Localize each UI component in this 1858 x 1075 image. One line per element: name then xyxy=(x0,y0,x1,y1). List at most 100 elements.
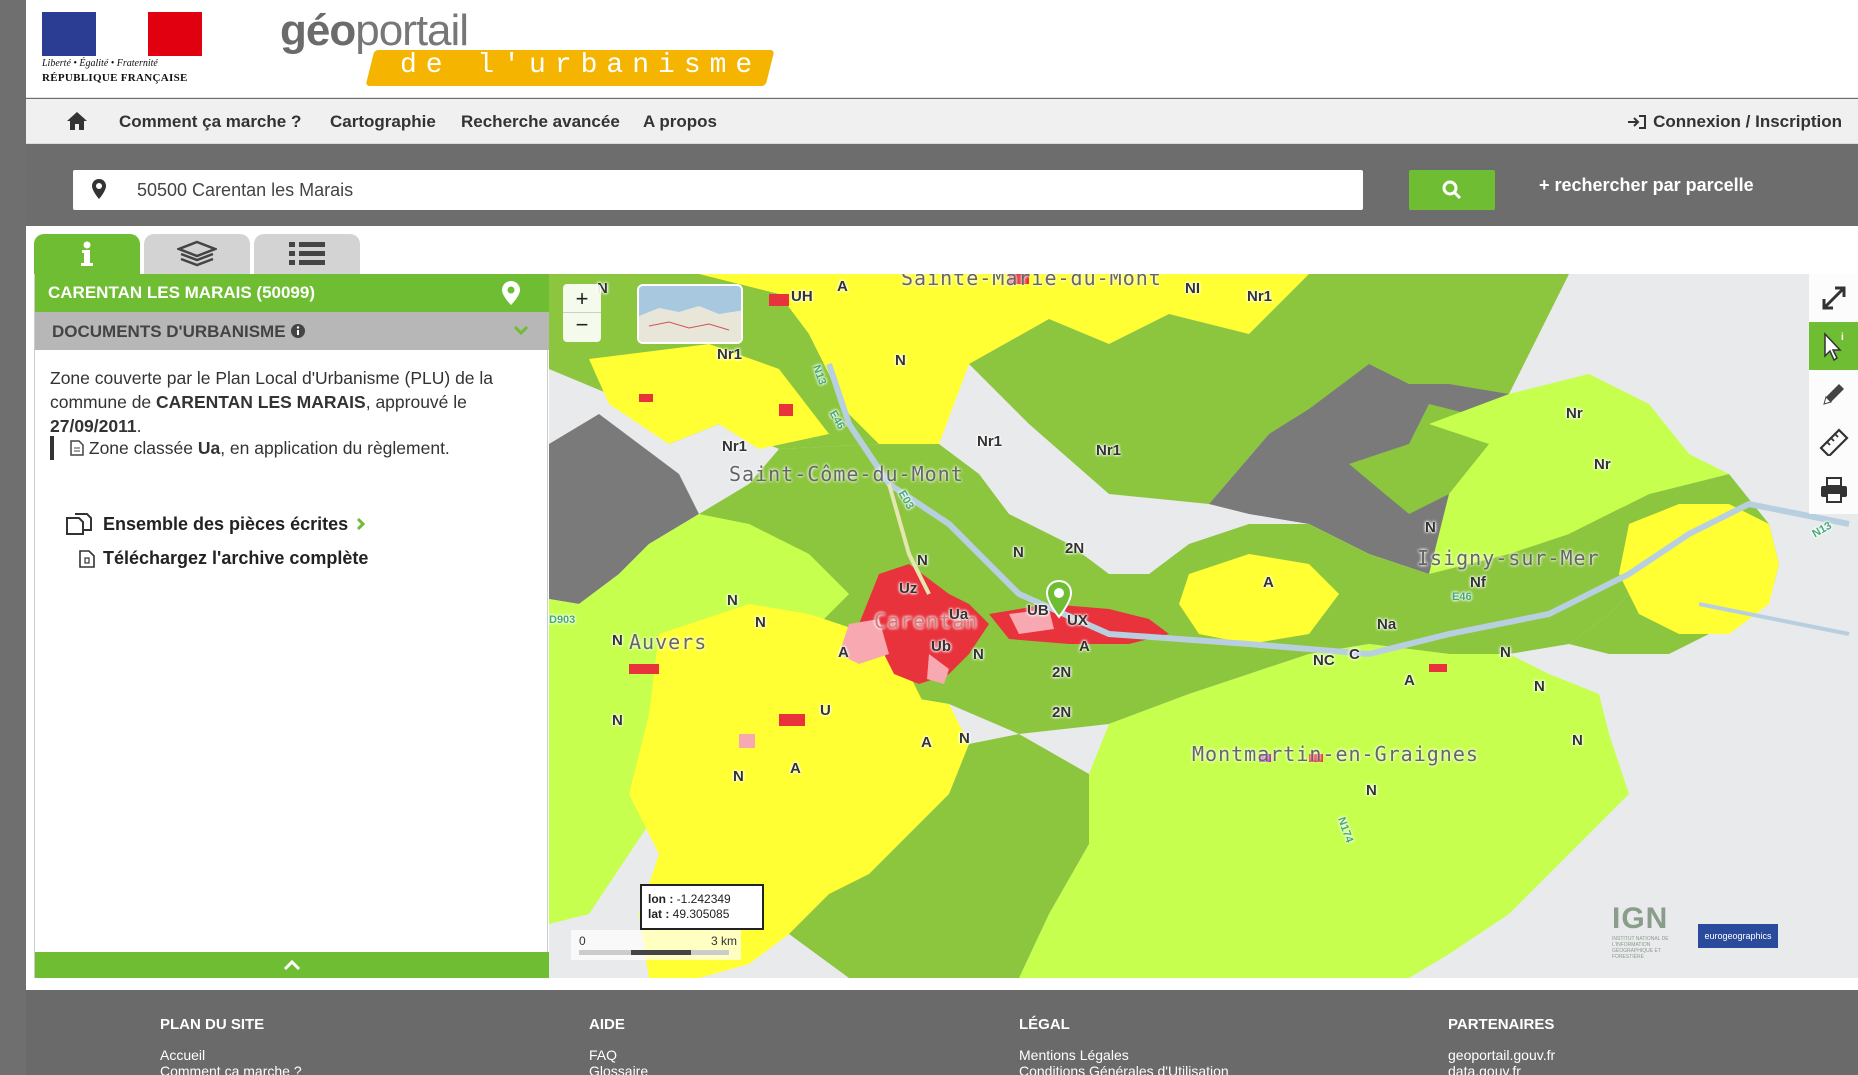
zone-part-1: Zone classée xyxy=(88,438,198,458)
zoning-map[interactable] xyxy=(549,274,1858,978)
map-view[interactable]: Sainte-Marie-du-Mont Saint-Côme-du-Mont … xyxy=(549,274,1858,978)
info-circle-icon[interactable] xyxy=(290,323,306,339)
map-toolbar: i xyxy=(1809,274,1858,514)
zone-label: NC xyxy=(1313,652,1335,669)
zone-label: UH xyxy=(791,288,813,305)
zone-label: A xyxy=(1404,672,1415,689)
nav-item-comment-ca-marche[interactable]: Comment ça marche ? xyxy=(119,112,301,132)
download-archive-link[interactable]: Téléchargez l'archive complète xyxy=(79,548,368,569)
measure-button[interactable] xyxy=(1809,418,1858,466)
lon-value: -1.242349 xyxy=(676,892,731,906)
zone-label: Nr1 xyxy=(1247,288,1273,305)
zoom-in-button[interactable]: + xyxy=(563,284,601,313)
lat-line: lat : 49.305085 xyxy=(648,907,756,922)
zone-label: Ub xyxy=(931,638,951,655)
documents-title: DOCUMENTS D'URBANISME xyxy=(52,322,286,341)
nav-item-a-propos[interactable]: A propos xyxy=(643,112,717,132)
footer-link-glossaire[interactable]: Glossaire xyxy=(589,1063,648,1075)
chevron-right-icon xyxy=(357,517,366,531)
search-input[interactable] xyxy=(137,170,1337,210)
zone-label: 2N xyxy=(1052,664,1072,681)
tab-legend[interactable] xyxy=(254,234,360,274)
road-label: E46 xyxy=(1452,591,1472,603)
footer-link-faq[interactable]: FAQ xyxy=(589,1047,648,1063)
zone-label: Uz xyxy=(899,580,918,597)
zone-label: N xyxy=(612,632,623,649)
zone-label: A xyxy=(838,644,849,661)
info-pointer-button[interactable]: i xyxy=(1809,322,1858,370)
zone-label: N xyxy=(612,712,623,729)
logo-word: géoportail xyxy=(280,6,469,56)
tab-layers[interactable] xyxy=(144,234,250,274)
footer-title: PLAN DU SITE xyxy=(160,1016,265,1033)
overview-minimap[interactable] xyxy=(637,284,743,344)
svg-text:i: i xyxy=(1841,332,1844,343)
zoom-out-button[interactable]: − xyxy=(563,313,601,342)
zone-label: N xyxy=(1013,544,1024,561)
selected-location-marker-icon[interactable] xyxy=(1044,579,1074,619)
commune-header[interactable]: CARENTAN LES MARAIS (50099) xyxy=(35,274,549,312)
zone-label: Nr1 xyxy=(717,346,743,363)
login-link[interactable]: Connexion / Inscription xyxy=(1627,112,1842,132)
zone-label: A xyxy=(1263,574,1274,591)
ign-logo[interactable]: IGN INSTITUT NATIONAL DE L'INFORMATION G… xyxy=(1612,902,1678,966)
footer-link-mentions-legales[interactable]: Mentions Légales xyxy=(1019,1047,1229,1063)
chevron-up-icon xyxy=(283,959,301,971)
zone-label: Nf xyxy=(1470,574,1486,591)
footer-link-cgu[interactable]: Conditions Générales d'Utilisation xyxy=(1019,1063,1229,1075)
desc-commune: CARENTAN LES MARAIS xyxy=(156,392,366,412)
place-label: Isigny-sur-Mer xyxy=(1417,546,1600,570)
zone-label: Nr1 xyxy=(722,438,748,455)
pencil-icon xyxy=(1822,384,1844,405)
scale-bar-segment xyxy=(631,950,691,955)
zone-label: Ua xyxy=(949,606,969,623)
logo-geo: géo xyxy=(280,6,356,55)
place-label: Sainte-Marie-du-Mont xyxy=(901,274,1162,290)
nav-item-recherche-avancee[interactable]: Recherche avancée xyxy=(461,112,620,132)
zone-label: N xyxy=(1500,644,1511,661)
footer-link-comment-ca-marche[interactable]: Comment ça marche ? xyxy=(160,1063,302,1075)
zoom-control: + − xyxy=(563,284,601,342)
search-button[interactable] xyxy=(1409,170,1495,210)
draw-button[interactable] xyxy=(1809,370,1858,418)
footer-link-accueil[interactable]: Accueil xyxy=(160,1047,302,1063)
search-icon xyxy=(1442,180,1462,200)
lat-value: 49.305085 xyxy=(672,907,730,921)
zone-label: N xyxy=(1366,782,1377,799)
footer-link-data-gouv[interactable]: data.gouv.fr xyxy=(1448,1063,1555,1075)
zone-label: 2N xyxy=(1065,540,1085,557)
chevron-down-icon[interactable] xyxy=(513,324,529,336)
coordinates-readout: lon : -1.242349 lat : 49.305085 xyxy=(640,884,764,930)
desc-part-2: , approuvé le xyxy=(365,392,467,412)
zone-label: C xyxy=(1349,646,1360,663)
zone-label: N xyxy=(1572,732,1583,749)
footer-title: LÉGAL xyxy=(1019,1016,1070,1033)
republique-francaise-logo[interactable]: Liberté • Égalité • Fraternité RÉPUBLIQU… xyxy=(42,12,212,90)
home-icon[interactable] xyxy=(66,111,88,131)
fullscreen-button[interactable] xyxy=(1809,274,1858,322)
zone-label: N xyxy=(959,730,970,747)
main-content: CARENTAN LES MARAIS (50099) DOCUMENTS D'… xyxy=(26,226,1858,990)
eurogeographics-logo[interactable]: eurogeographics xyxy=(1698,924,1778,948)
tab-info[interactable] xyxy=(34,234,140,274)
main-nav: Comment ça marche ? Cartographie Recherc… xyxy=(26,99,1858,144)
pdf-file-icon xyxy=(70,440,84,456)
documents-urbanisme-header[interactable]: DOCUMENTS D'URBANISME xyxy=(35,312,549,350)
pieces-ecrites-link[interactable]: Ensemble des pièces écrites xyxy=(65,512,366,536)
page: Liberté • Égalité • Fraternité RÉPUBLIQU… xyxy=(26,0,1858,1075)
map-marker-icon[interactable] xyxy=(501,280,521,306)
zone-label: Nr1 xyxy=(977,433,1003,450)
place-label: Auvers xyxy=(629,630,708,654)
geoportail-urbanisme-logo[interactable]: géoportail de l'urbanisme xyxy=(280,6,800,92)
print-button[interactable] xyxy=(1809,466,1858,514)
panel-collapse-button[interactable] xyxy=(35,952,549,978)
nav-item-cartographie[interactable]: Cartographie xyxy=(330,112,436,132)
footer-link-geoportail[interactable]: geoportail.gouv.fr xyxy=(1448,1047,1555,1063)
search-box xyxy=(73,170,1363,210)
road-label: D903 xyxy=(549,614,576,626)
footer-aide: AIDE FAQ Glossaire xyxy=(589,1016,648,1075)
search-by-parcel-link[interactable]: + rechercher par parcelle xyxy=(1539,175,1754,196)
expand-icon xyxy=(1822,286,1845,310)
ruler-icon xyxy=(1818,428,1849,456)
logo-portail: portail xyxy=(355,6,469,55)
